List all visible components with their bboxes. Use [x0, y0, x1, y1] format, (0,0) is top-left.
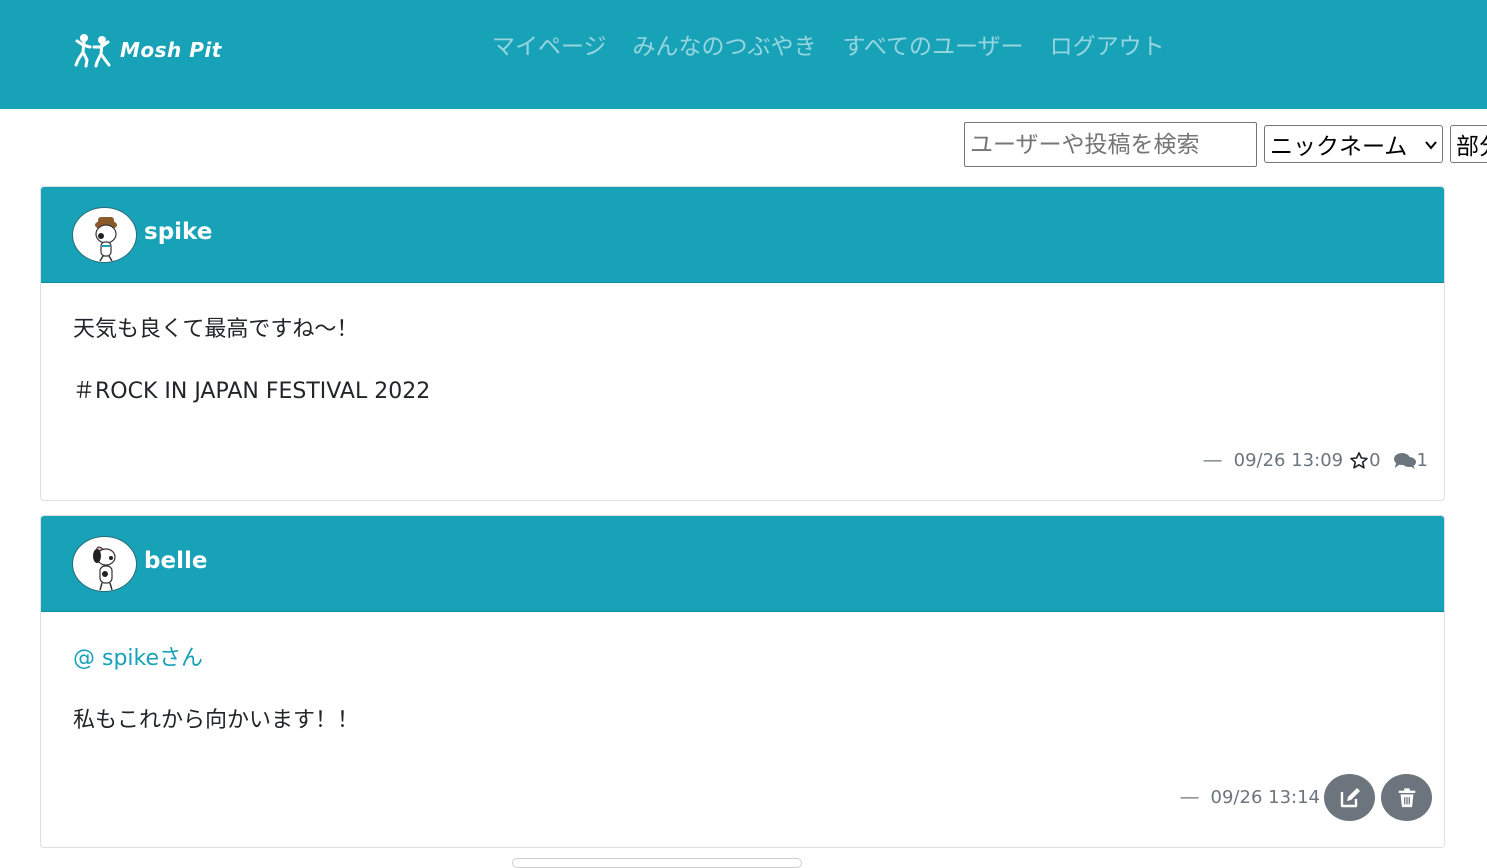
- nav-mypage[interactable]: マイページ: [492, 30, 607, 64]
- chevron-down-icon: [1425, 141, 1437, 150]
- post-text: 天気も良くて最高ですね～！: [73, 317, 359, 342]
- meta-dash: ―: [1180, 787, 1199, 808]
- post-hashtag: ＃ROCK IN JAPAN FESTIVAL 2022: [73, 379, 431, 404]
- post-username[interactable]: belle: [144, 544, 207, 578]
- post-text: 私もこれから向かいます！！: [73, 708, 360, 733]
- nav-logout[interactable]: ログアウト: [1050, 30, 1165, 64]
- post-body: @ spikeさん 私もこれから向かいます！！: [41, 612, 1444, 738]
- navbar: Mosh Pit マイページ みんなのつぶやき すべてのユーザー ログアウト: [0, 0, 1487, 109]
- post-meta: ― 09/26 13:09 0 1: [1204, 450, 1428, 471]
- meta-dash: ―: [1203, 450, 1222, 471]
- mention-link[interactable]: @ spikeさん: [73, 642, 1412, 676]
- comment-count: 1: [1416, 450, 1428, 471]
- like-count: 0: [1369, 450, 1381, 471]
- post-timestamp: 09/26 13:09: [1233, 450, 1344, 471]
- search-input[interactable]: [964, 122, 1257, 167]
- avatar-image-icon: [95, 217, 117, 262]
- comments-icon[interactable]: [1393, 451, 1417, 471]
- nav-all-users[interactable]: すべてのユーザー: [843, 30, 1024, 64]
- pagination-partial: [512, 858, 802, 868]
- search-match-value: 部分一致: [1456, 134, 1487, 160]
- post-card: spike 天気も良くて最高ですね～！ ＃ROCK IN JAPAN FESTI…: [40, 186, 1445, 501]
- delete-button[interactable]: [1381, 774, 1432, 821]
- post-body: 天気も良くて最高ですね～！ ＃ROCK IN JAPAN FESTIVAL 20…: [41, 283, 1444, 409]
- brand-link[interactable]: Mosh Pit: [74, 32, 222, 68]
- avatar[interactable]: [72, 536, 137, 592]
- edit-button[interactable]: [1324, 774, 1375, 821]
- nav-all-posts[interactable]: みんなのつぶやき: [633, 30, 817, 64]
- avatar-image-icon: [93, 546, 116, 591]
- search-type-select[interactable]: ニックネーム: [1264, 125, 1443, 163]
- edit-icon: [1340, 787, 1360, 807]
- trash-icon: [1398, 787, 1415, 807]
- post-header: spike: [41, 187, 1444, 283]
- search-match-select[interactable]: 部分一致: [1450, 125, 1487, 163]
- post-header: belle: [41, 516, 1444, 612]
- mosh-pit-logo-icon: [74, 34, 111, 68]
- post-timestamp: 09/26 13:14: [1210, 787, 1320, 808]
- search-type-value: ニックネーム: [1270, 134, 1408, 160]
- main-nav: マイページ みんなのつぶやき すべてのユーザー ログアウト: [492, 30, 1191, 64]
- brand-name: Mosh Pit: [120, 38, 222, 62]
- post-meta: ― 09/26 13:14: [1181, 774, 1432, 821]
- post-username[interactable]: spike: [144, 215, 212, 249]
- post-card: belle @ spikeさん 私もこれから向かいます！！ ― 09/26 13…: [40, 515, 1445, 848]
- avatar[interactable]: [72, 207, 137, 263]
- star-icon[interactable]: [1349, 451, 1369, 471]
